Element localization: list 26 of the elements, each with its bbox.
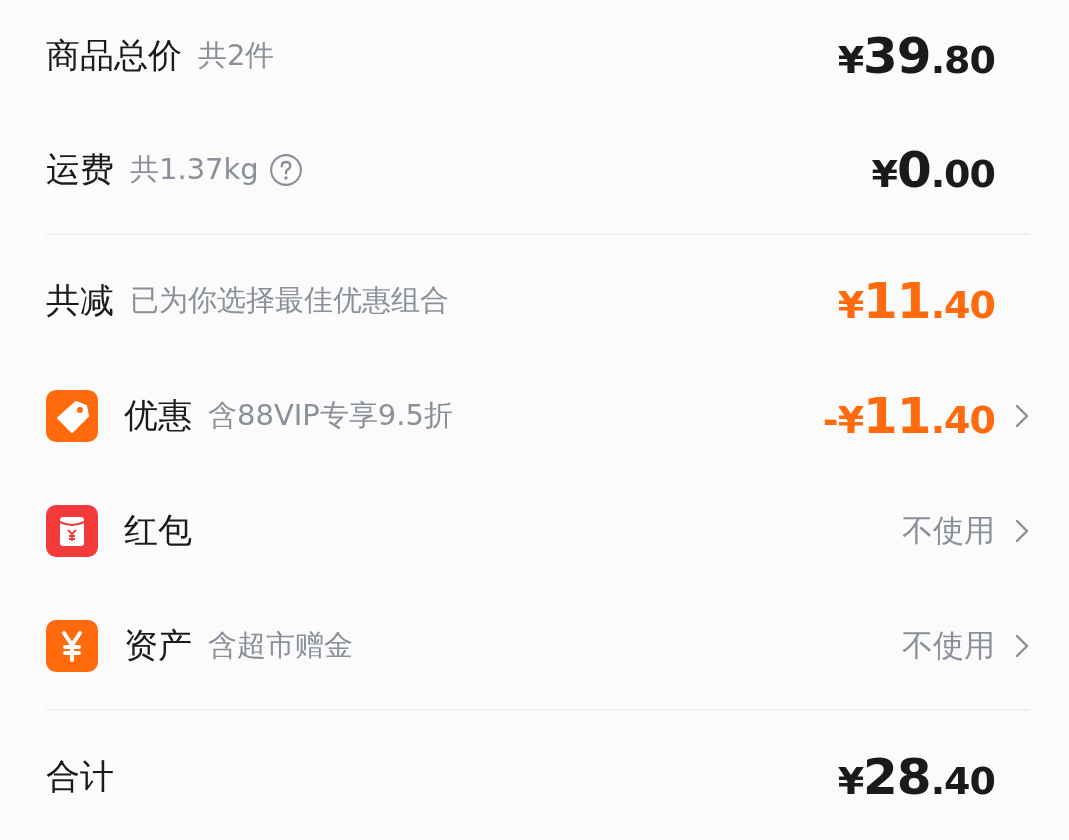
row-label: 红包 xyxy=(124,508,192,552)
option-value[interactable]: 不使用 xyxy=(902,624,995,667)
tag-icon xyxy=(46,389,98,442)
row-note: 共2件 xyxy=(198,37,275,74)
chevron-right-icon[interactable] xyxy=(1015,518,1029,543)
row-label: 运费 xyxy=(46,147,114,191)
row-label: 合计 xyxy=(46,754,114,798)
chevron-right-icon[interactable] xyxy=(1015,403,1029,428)
price-value: -¥11.40 xyxy=(822,386,995,445)
help-icon[interactable] xyxy=(268,152,303,187)
row-note: 含88VIP专享9.5折 xyxy=(208,396,453,434)
chevron-right-icon[interactable] xyxy=(1015,633,1029,658)
option-value[interactable]: 不使用 xyxy=(902,509,995,552)
price-value: ¥28.40 xyxy=(837,747,995,806)
row-note: 已为你选择最佳优惠组合 xyxy=(130,281,449,319)
row-note: 含超市赠金 xyxy=(208,626,353,664)
row-label: 共减 xyxy=(46,278,114,322)
price-value: ¥0.00 xyxy=(871,140,995,199)
price-value: ¥39.80 xyxy=(837,27,995,85)
row-label: 优惠 xyxy=(124,393,192,437)
yen-icon xyxy=(46,619,98,672)
row-label: 资产 xyxy=(124,623,192,667)
row-note: 共1.37kg xyxy=(130,150,259,188)
row-label: 商品总价 xyxy=(46,34,182,77)
envelope-icon xyxy=(46,504,98,557)
price-value: ¥11.40 xyxy=(837,271,995,330)
